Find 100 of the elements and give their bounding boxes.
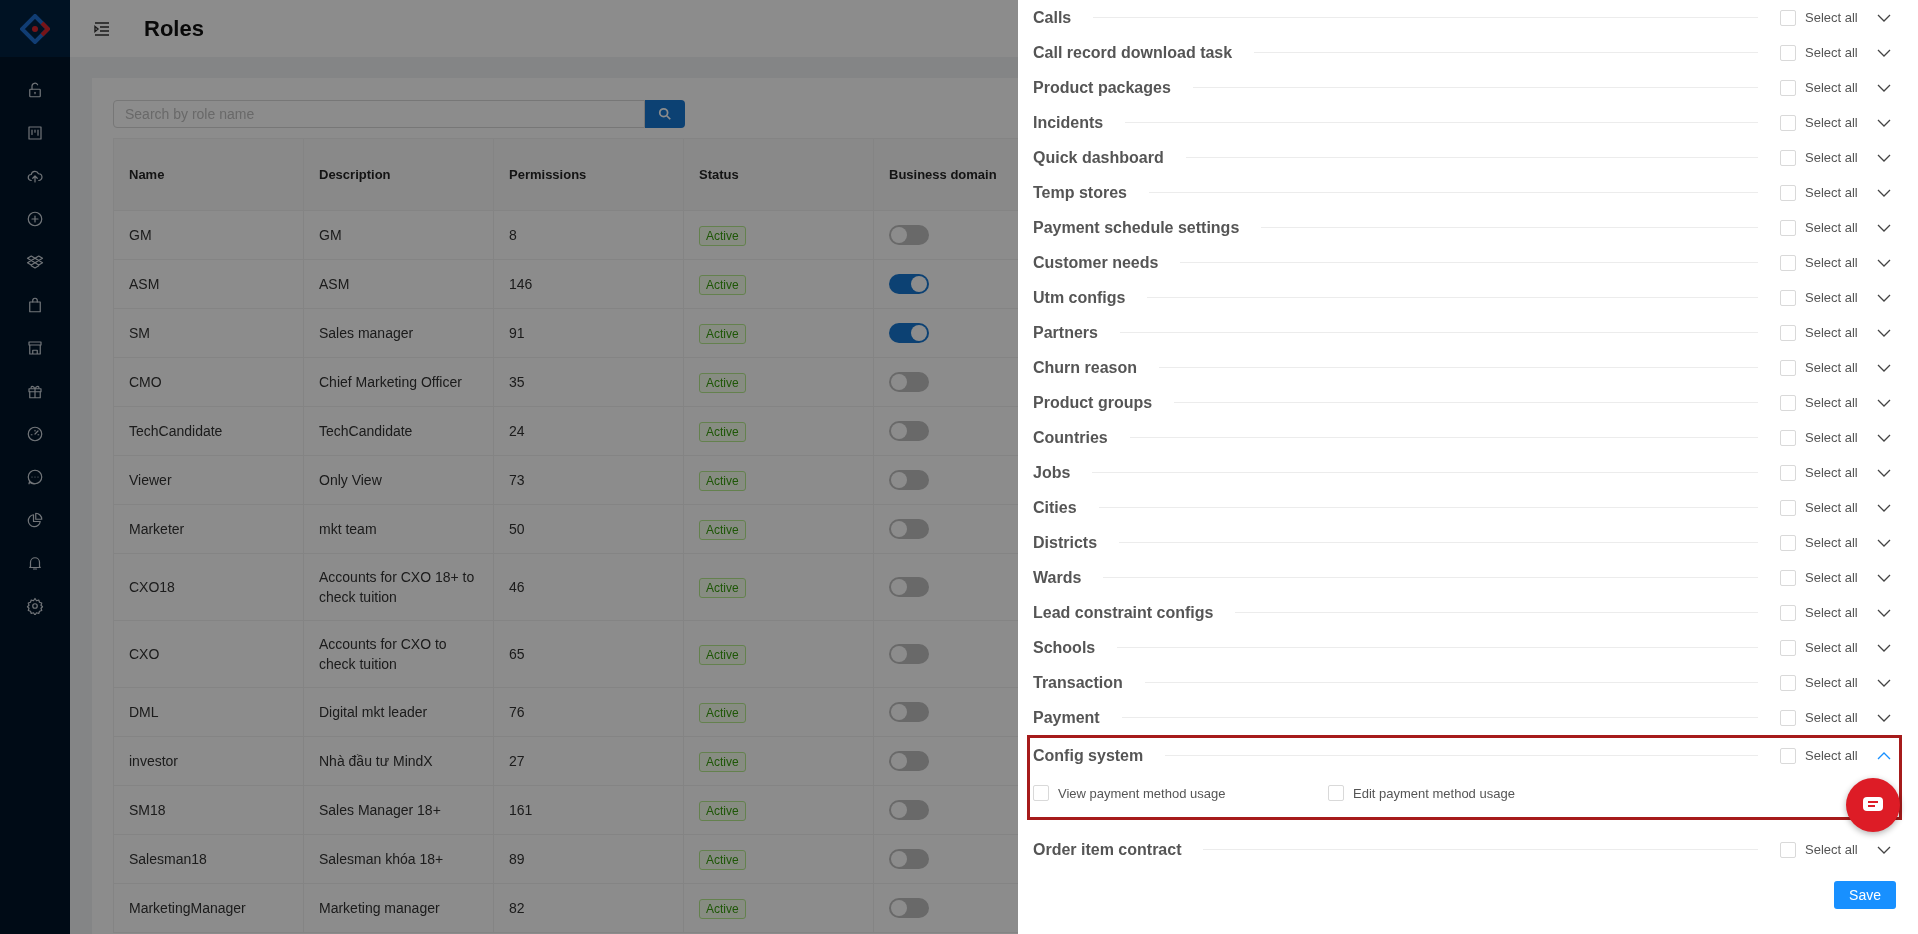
toggle-switch[interactable]	[889, 800, 929, 820]
select-all-checkbox[interactable]: Select all	[1780, 747, 1870, 764]
group-title: Jobs	[1033, 463, 1071, 482]
bell-icon[interactable]	[26, 554, 44, 572]
table-cell: 50	[493, 504, 684, 554]
select-all-checkbox[interactable]: Select all	[1780, 674, 1870, 691]
select-all-checkbox[interactable]: Select all	[1780, 359, 1870, 376]
column-header: Description	[303, 138, 494, 211]
toggle-switch[interactable]	[889, 577, 929, 597]
search-button[interactable]	[645, 100, 685, 128]
table-cell: Chief Marketing Officer	[303, 357, 494, 407]
bag-icon[interactable]	[26, 296, 44, 314]
board-icon[interactable]	[26, 124, 44, 142]
status-tag: Active	[699, 225, 746, 246]
select-all-checkbox[interactable]: Select all	[1780, 639, 1870, 656]
chat-icon[interactable]	[26, 468, 44, 486]
status-tag: Active	[699, 898, 746, 919]
toggle-switch[interactable]	[889, 225, 929, 245]
page-title: Roles	[144, 15, 204, 42]
plus-circle-icon[interactable]	[26, 210, 44, 228]
toggle-switch[interactable]	[889, 898, 929, 918]
table-cell: Salesman khóa 18+	[303, 834, 494, 884]
table-cell: SM18	[113, 785, 304, 835]
select-all-checkbox[interactable]: Select all	[1780, 429, 1870, 446]
table-cell: 82	[493, 883, 684, 933]
toggle-switch[interactable]	[889, 421, 929, 441]
select-all-checkbox[interactable]: Select all	[1780, 841, 1870, 858]
toggle-switch[interactable]	[889, 751, 929, 771]
group-title: Product packages	[1033, 78, 1171, 97]
table-cell: Marketer	[113, 504, 304, 554]
group-title: Product groups	[1033, 393, 1153, 412]
table-cell: 46	[493, 553, 684, 621]
table-cell: ASM	[113, 259, 304, 309]
select-all-checkbox[interactable]: Select all	[1780, 184, 1870, 201]
toggle-switch[interactable]	[889, 470, 929, 490]
select-all-checkbox[interactable]: Select all	[1780, 394, 1870, 411]
table-cell: Only View	[303, 455, 494, 505]
table-cell: SM	[113, 308, 304, 358]
table-cell: Accounts for CXO 18+ to check tuition	[303, 553, 494, 621]
lock-icon[interactable]	[26, 81, 44, 99]
toggle-switch[interactable]	[889, 702, 929, 722]
table-cell: Digital mkt leader	[303, 687, 494, 737]
table-cell: CXO	[113, 620, 304, 688]
select-all-checkbox[interactable]: Select all	[1780, 149, 1870, 166]
pie-chart-icon[interactable]	[26, 511, 44, 529]
table-cell: CMO	[113, 357, 304, 407]
table-cell: 65	[493, 620, 684, 688]
select-all-checkbox[interactable]: Select all	[1780, 9, 1870, 26]
group-title: Config system	[1033, 746, 1144, 765]
gauge-icon[interactable]	[26, 425, 44, 443]
group-title: Calls	[1033, 8, 1072, 27]
group-title: Countries	[1033, 428, 1108, 447]
group-title: Customer needs	[1033, 253, 1159, 272]
select-all-checkbox[interactable]: Select all	[1780, 44, 1870, 61]
table-cell: GM	[113, 210, 304, 260]
toggle-switch[interactable]	[889, 274, 929, 294]
status-tag: Active	[699, 644, 746, 665]
shop-icon[interactable]	[26, 339, 44, 357]
select-all-checkbox[interactable]: Select all	[1780, 324, 1870, 341]
status-tag: Active	[699, 519, 746, 540]
table-cell: 35	[493, 357, 684, 407]
settings-icon[interactable]	[26, 597, 44, 615]
table-cell: Viewer	[113, 455, 304, 505]
select-all-checkbox[interactable]: Select all	[1780, 289, 1870, 306]
status-tag: Active	[699, 849, 746, 870]
group-title: Districts	[1033, 533, 1098, 552]
toggle-switch[interactable]	[889, 519, 929, 539]
table-cell: TechCandidate	[303, 406, 494, 456]
boxes-icon[interactable]	[26, 253, 44, 271]
select-all-checkbox[interactable]: Select all	[1780, 254, 1870, 271]
select-all-checkbox[interactable]: Select all	[1780, 219, 1870, 236]
toggle-switch[interactable]	[889, 372, 929, 392]
table-cell: 161	[493, 785, 684, 835]
select-all-checkbox[interactable]: Select all	[1780, 499, 1870, 516]
select-all-checkbox[interactable]: Select all	[1780, 569, 1870, 586]
select-all-checkbox[interactable]: Select all	[1780, 79, 1870, 96]
status-tag: Active	[699, 421, 746, 442]
toggle-switch[interactable]	[889, 644, 929, 664]
table-cell: mkt team	[303, 504, 494, 554]
select-all-checkbox[interactable]: Select all	[1780, 604, 1870, 621]
select-all-checkbox[interactable]: Select all	[1780, 464, 1870, 481]
permission-checkbox[interactable]: Edit payment method usage	[1328, 785, 1623, 801]
table-cell: Sales Manager 18+	[303, 785, 494, 835]
toggle-switch[interactable]	[889, 323, 929, 343]
table-cell: 8	[493, 210, 684, 260]
group-title: Utm configs	[1033, 288, 1126, 307]
table-cell: 76	[493, 687, 684, 737]
table-cell: 27	[493, 736, 684, 786]
table-cell: CXO18	[113, 553, 304, 621]
group-title: Call record download task	[1033, 43, 1233, 62]
select-all-checkbox[interactable]: Select all	[1780, 709, 1870, 726]
group-title: Order item contract	[1033, 840, 1182, 859]
menu-icon[interactable]	[94, 20, 110, 37]
toggle-switch[interactable]	[889, 849, 929, 869]
table-cell: Salesman18	[113, 834, 304, 884]
select-all-checkbox[interactable]: Select all	[1780, 534, 1870, 551]
group-title: Partners	[1033, 323, 1098, 342]
table-cell: Sales manager	[303, 308, 494, 358]
permission-checkbox[interactable]: View payment method usage	[1033, 785, 1328, 801]
select-all-checkbox[interactable]: Select all	[1780, 114, 1870, 131]
